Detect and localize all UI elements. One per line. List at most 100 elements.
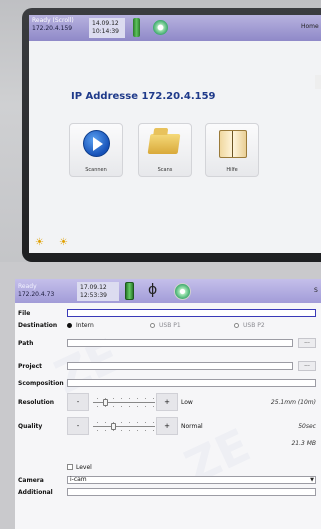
status-date: 14.09.12 bbox=[92, 20, 119, 27]
path-input[interactable] bbox=[67, 339, 293, 347]
camera-value: i-cam bbox=[70, 476, 87, 483]
page-title: IP Addresse 172.20.4.159 bbox=[71, 91, 216, 102]
slider-tick bbox=[145, 430, 146, 431]
level-checkbox[interactable] bbox=[67, 464, 73, 470]
slider-tick bbox=[137, 398, 138, 399]
slider-tick bbox=[153, 422, 154, 423]
slider-tick bbox=[121, 406, 122, 407]
slider-tick bbox=[97, 422, 98, 423]
project-input[interactable] bbox=[67, 362, 293, 370]
datetime-box: 17.09.12 12:53:39 bbox=[77, 282, 119, 301]
slider-tick bbox=[153, 406, 154, 407]
quality-plus-button[interactable]: + bbox=[156, 417, 178, 435]
label-file: File bbox=[18, 310, 31, 317]
status-time: 10:14:39 bbox=[92, 28, 119, 35]
radio-intern[interactable]: Intern bbox=[67, 322, 94, 329]
quality-minus-button[interactable]: - bbox=[67, 417, 89, 435]
resolution-value: 25.1mm (10m) bbox=[270, 399, 316, 406]
slider-tick bbox=[137, 430, 138, 431]
disc-icon bbox=[153, 20, 168, 35]
status-text: Ready bbox=[18, 283, 37, 290]
tile-label: Hilfe bbox=[226, 167, 238, 173]
book-icon bbox=[219, 130, 247, 158]
battery-icon bbox=[125, 282, 134, 300]
slider-tick bbox=[121, 398, 122, 399]
slider-tick bbox=[113, 398, 114, 399]
folder-icon bbox=[147, 134, 181, 154]
level-label: Level bbox=[76, 464, 92, 471]
label-project: Project bbox=[18, 363, 43, 370]
quality-slider-thumb[interactable] bbox=[111, 423, 117, 430]
radio-label: USB P1 bbox=[159, 322, 181, 329]
radio-usb-p1[interactable]: USB P1 bbox=[150, 322, 181, 329]
camera-select[interactable]: i-cam ▼ bbox=[67, 476, 316, 484]
resolution-slider-track[interactable] bbox=[93, 402, 155, 403]
resolution-setting: Low bbox=[181, 399, 193, 406]
device-photo: Ready (Scroll) 172.20.4.159 14.09.12 10:… bbox=[0, 0, 321, 262]
chevron-down-icon: ▼ bbox=[310, 477, 314, 483]
battery-icon bbox=[133, 18, 140, 37]
radio-dot bbox=[67, 323, 72, 328]
additional-input[interactable] bbox=[67, 488, 316, 496]
slider-tick bbox=[137, 406, 138, 407]
resolution-minus-button[interactable]: - bbox=[67, 393, 89, 411]
side-tab bbox=[315, 75, 321, 89]
status-date: 17.09.12 bbox=[80, 284, 107, 291]
slider-tick bbox=[105, 398, 106, 399]
brightness-up-icon[interactable]: ☀ bbox=[59, 237, 68, 248]
slider-tick bbox=[129, 398, 130, 399]
slider-tick bbox=[145, 406, 146, 407]
slider-tick bbox=[97, 406, 98, 407]
slider-tick bbox=[105, 422, 106, 423]
scan-settings-screen: ZE ZE Ready 172.20.4.73 17.09.12 12:53:3… bbox=[15, 279, 321, 529]
quality-size: 21.3 MB bbox=[291, 440, 316, 447]
label-resolution: Resolution bbox=[18, 399, 55, 406]
quality-time: 50sec bbox=[298, 423, 316, 430]
slider-tick bbox=[113, 406, 114, 407]
slider-tick bbox=[129, 430, 130, 431]
status-right-label[interactable]: S bbox=[314, 287, 318, 294]
datetime-box: 14.09.12 10:14:39 bbox=[89, 18, 125, 38]
radio-usb-p2[interactable]: USB P2 bbox=[234, 322, 265, 329]
radio-label: Intern bbox=[76, 322, 94, 329]
plug-icon: ϕ bbox=[148, 282, 158, 298]
status-ip: 172.20.4.159 bbox=[32, 25, 73, 32]
resolution-slider-thumb[interactable] bbox=[103, 399, 109, 406]
slider-tick bbox=[145, 398, 146, 399]
label-scomposition: Scomposition bbox=[18, 380, 64, 387]
tile-label: Scannen bbox=[85, 167, 107, 173]
slider-tick bbox=[105, 430, 106, 431]
tile-scans[interactable]: Scans bbox=[138, 123, 192, 177]
label-quality: Quality bbox=[18, 423, 43, 430]
status-bar: Ready (Scroll) 172.20.4.159 14.09.12 10:… bbox=[29, 15, 321, 41]
slider-tick bbox=[129, 422, 130, 423]
status-ip: 172.20.4.73 bbox=[18, 291, 55, 298]
slider-tick bbox=[113, 422, 114, 423]
label-path: Path bbox=[18, 340, 34, 347]
slider-tick bbox=[137, 422, 138, 423]
tile-scannen[interactable]: Scannen bbox=[69, 123, 123, 177]
status-time: 12:53:39 bbox=[80, 292, 107, 299]
file-input[interactable] bbox=[67, 309, 316, 317]
slider-tick bbox=[113, 430, 114, 431]
resolution-plus-button[interactable]: + bbox=[156, 393, 178, 411]
device-screen: Ready (Scroll) 172.20.4.159 14.09.12 10:… bbox=[29, 15, 321, 253]
radio-dot bbox=[234, 323, 239, 328]
quality-slider-track[interactable] bbox=[93, 426, 155, 427]
home-button[interactable]: Home bbox=[301, 23, 319, 30]
slider-tick bbox=[145, 422, 146, 423]
project-browse-button[interactable]: ... bbox=[298, 361, 316, 371]
tile-label: Scans bbox=[157, 167, 173, 173]
slider-tick bbox=[129, 406, 130, 407]
label-camera: Camera bbox=[18, 477, 44, 484]
tile-hilfe[interactable]: Hilfe bbox=[205, 123, 259, 177]
radio-dot bbox=[150, 323, 155, 328]
status-bar: Ready 172.20.4.73 17.09.12 12:53:39 ϕ S bbox=[15, 279, 321, 303]
slider-tick bbox=[105, 406, 106, 407]
path-browse-button[interactable]: ... bbox=[298, 338, 316, 348]
scomposition-input[interactable] bbox=[67, 379, 316, 387]
slider-tick bbox=[121, 422, 122, 423]
label-destination: Destination bbox=[18, 322, 58, 329]
quality-setting: Normal bbox=[181, 423, 203, 430]
brightness-down-icon[interactable]: ☀ bbox=[35, 237, 44, 248]
